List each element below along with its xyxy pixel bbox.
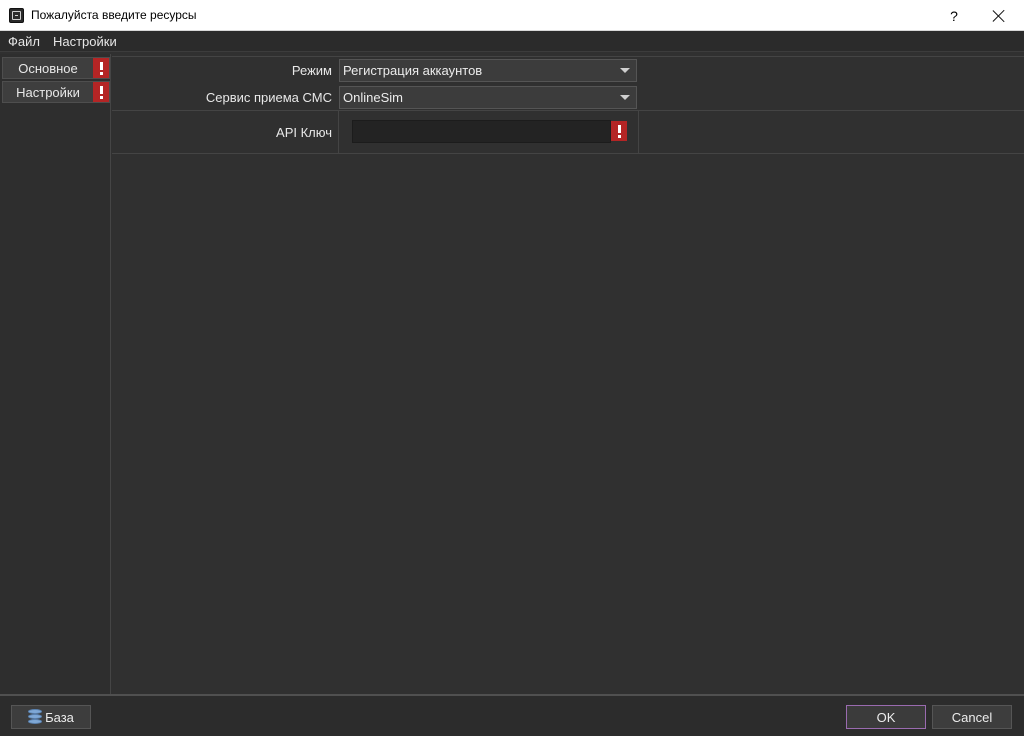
close-button[interactable] <box>976 0 1022 31</box>
app-icon <box>9 8 24 23</box>
mode-value: Регистрация аккаунтов <box>343 63 483 78</box>
chevron-down-icon <box>620 68 630 73</box>
sidebar-item-label: Основное <box>18 60 78 76</box>
sidebar-item-general[interactable]: Основное <box>2 57 110 79</box>
sms-service-value: OnlineSim <box>343 90 403 105</box>
window-title: Пожалуйста введите ресурсы <box>31 8 197 22</box>
chevron-down-icon <box>620 95 630 100</box>
title-bar: Пожалуйста введите ресурсы ? <box>0 0 1024 31</box>
sms-service-select[interactable]: OnlineSim <box>339 86 637 109</box>
sidebar: Основное Настройки <box>0 54 111 694</box>
menu-settings[interactable]: Настройки <box>48 34 122 49</box>
divider <box>338 110 339 154</box>
menu-bar: Файл Настройки <box>0 31 1024 52</box>
sms-service-label: Сервис приема СМС <box>205 90 332 105</box>
mode-select[interactable]: Регистрация аккаунтов <box>339 59 637 82</box>
api-key-input[interactable] <box>352 120 611 143</box>
database-button[interactable]: База <box>11 705 91 729</box>
help-button[interactable]: ? <box>931 0 977 31</box>
api-key-label: API Ключ <box>276 125 332 140</box>
mode-label: Режим <box>291 63 332 78</box>
close-icon <box>993 10 1005 22</box>
cancel-button[interactable]: Cancel <box>932 705 1012 729</box>
warning-icon <box>93 58 109 78</box>
warning-icon <box>93 82 109 102</box>
sidebar-item-label: Настройки <box>16 84 80 100</box>
database-button-label: База <box>45 709 74 725</box>
divider <box>112 56 1024 57</box>
ok-button[interactable]: OK <box>846 705 926 729</box>
warning-icon <box>611 121 627 141</box>
divider <box>638 110 639 154</box>
menu-file[interactable]: Файл <box>3 34 45 49</box>
sidebar-item-settings[interactable]: Настройки <box>2 81 110 103</box>
database-icon <box>28 709 43 725</box>
